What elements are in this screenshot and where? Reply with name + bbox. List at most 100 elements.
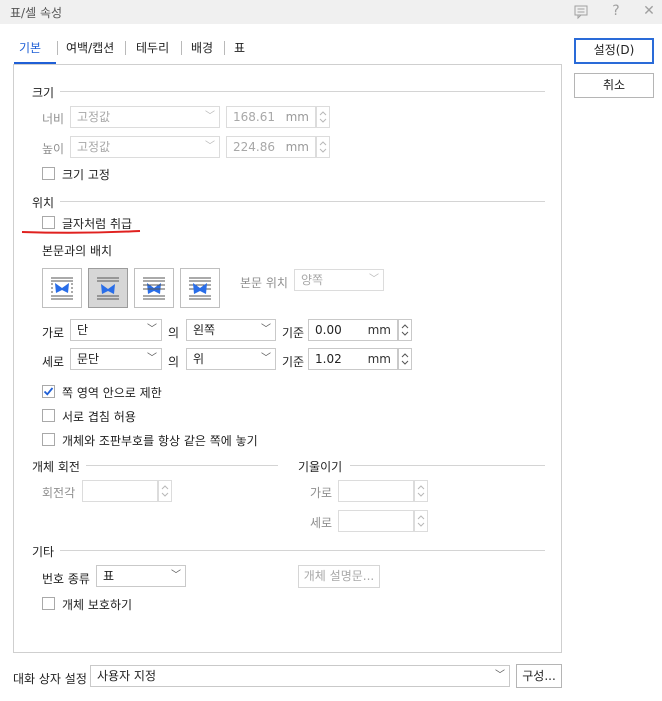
skew-vertical-label: 세로 bbox=[310, 516, 333, 530]
protect-object-label: 개체 보호하기 bbox=[62, 598, 133, 612]
body-position-label: 본문 위치 bbox=[240, 276, 288, 290]
number-type-label: 번호 종류 bbox=[42, 572, 90, 586]
width-value: 168.61 bbox=[233, 110, 275, 124]
fix-size-label: 크기 고정 bbox=[62, 168, 110, 182]
wrap-top-bottom-button[interactable] bbox=[88, 268, 128, 308]
wrap-behind-text-button[interactable] bbox=[134, 268, 174, 308]
title-bar bbox=[0, 0, 662, 24]
horizontal-offset-field[interactable]: 0.00 mm bbox=[308, 319, 398, 341]
object-description-button[interactable]: 개체 설명문... bbox=[298, 565, 380, 588]
same-page-label: 개체와 조판부호를 항상 같은 쪽에 놓기 bbox=[62, 434, 258, 448]
horizontal-align-select[interactable]: 왼쪽 ﹀ bbox=[186, 319, 276, 341]
width-label: 너비 bbox=[42, 112, 65, 126]
dialog-settings-select[interactable]: 사용자 지정 ﹀ bbox=[90, 665, 510, 687]
wrap-title: 본문과의 배치 bbox=[42, 244, 113, 258]
number-type-select[interactable]: 표 ﹀ bbox=[96, 565, 186, 587]
width-mode-select[interactable]: 고정값 ﹀ bbox=[70, 106, 220, 128]
wrap-square-button[interactable] bbox=[42, 268, 82, 308]
dialog-settings-value: 사용자 지정 bbox=[97, 669, 157, 683]
divider bbox=[350, 465, 545, 466]
skew-horizontal-spinner[interactable] bbox=[414, 480, 428, 502]
chevron-down-icon: ﹀ bbox=[171, 570, 181, 581]
configure-button[interactable]: 구성... bbox=[516, 664, 562, 688]
vertical-base-label: 기준 bbox=[282, 355, 305, 369]
vertical-offset-value: 1.02 bbox=[315, 352, 342, 366]
height-value: 224.86 bbox=[233, 140, 275, 154]
allow-overlap-checkbox[interactable] bbox=[42, 409, 55, 422]
tab-separator bbox=[125, 41, 126, 55]
tab-separator bbox=[57, 41, 58, 55]
tab-basic[interactable]: 기본 bbox=[19, 39, 41, 59]
horizontal-offset-unit: mm bbox=[367, 323, 391, 337]
fix-size-checkbox[interactable] bbox=[42, 167, 55, 180]
width-unit: mm bbox=[285, 110, 309, 124]
height-label: 높이 bbox=[42, 142, 65, 156]
chevron-down-icon: ﹀ bbox=[147, 324, 157, 335]
tab-separator bbox=[224, 41, 225, 55]
tab-border[interactable]: 테두리 bbox=[136, 39, 169, 59]
vertical-align-value: 위 bbox=[193, 352, 205, 366]
ok-button[interactable]: 설정(D) bbox=[574, 38, 654, 64]
limit-to-page-label: 쪽 영역 안으로 제한 bbox=[62, 386, 162, 400]
divider bbox=[60, 91, 545, 92]
rotation-angle-label: 회전각 bbox=[42, 486, 76, 500]
vertical-offset-field[interactable]: 1.02 mm bbox=[308, 348, 398, 370]
horizontal-offset-value: 0.00 bbox=[315, 323, 342, 337]
tab-table[interactable]: 표 bbox=[234, 39, 245, 59]
rotation-angle-field[interactable] bbox=[82, 480, 158, 502]
height-mode-select[interactable]: 고정값 ﹀ bbox=[70, 136, 220, 158]
wrap-square-icon bbox=[51, 277, 73, 300]
help-icon[interactable]: ? bbox=[607, 2, 625, 20]
comment-icon[interactable] bbox=[572, 2, 590, 20]
rotation-angle-spinner[interactable] bbox=[158, 480, 172, 502]
horizontal-ref-select[interactable]: 단 ﹀ bbox=[70, 319, 162, 341]
height-value-field[interactable]: 224.86 mm bbox=[226, 136, 316, 158]
skew-vertical-field[interactable] bbox=[338, 510, 414, 532]
vertical-ref-select[interactable]: 문단 ﹀ bbox=[70, 348, 162, 370]
width-value-field[interactable]: 168.61 mm bbox=[226, 106, 316, 128]
vertical-of-label: 의 bbox=[168, 355, 180, 369]
divider bbox=[60, 201, 545, 202]
tab-background[interactable]: 배경 bbox=[191, 39, 213, 59]
chevron-down-icon: ﹀ bbox=[205, 111, 215, 122]
checkmark-icon bbox=[43, 387, 54, 396]
vertical-align-select[interactable]: 위 ﹀ bbox=[186, 348, 276, 370]
limit-to-page-checkbox[interactable] bbox=[42, 385, 55, 398]
width-mode-value: 고정값 bbox=[77, 110, 111, 124]
horizontal-ref-value: 단 bbox=[77, 323, 89, 337]
height-spinner[interactable] bbox=[316, 136, 330, 158]
vertical-label: 세로 bbox=[42, 355, 65, 369]
skew-horizontal-field[interactable] bbox=[338, 480, 414, 502]
height-mode-value: 고정값 bbox=[77, 140, 111, 154]
allow-overlap-label: 서로 겹침 허용 bbox=[62, 410, 136, 424]
horizontal-align-value: 왼쪽 bbox=[193, 323, 216, 337]
tab-separator bbox=[181, 41, 182, 55]
cancel-button[interactable]: 취소 bbox=[574, 73, 654, 98]
skew-section-title: 기울이기 bbox=[298, 460, 343, 474]
body-position-value: 양쪽 bbox=[301, 273, 324, 287]
rotation-section-title: 개체 회전 bbox=[32, 460, 80, 474]
vertical-ref-value: 문단 bbox=[77, 352, 100, 366]
horizontal-of-label: 의 bbox=[168, 326, 180, 340]
vertical-offset-unit: mm bbox=[367, 352, 391, 366]
chevron-down-icon: ﹀ bbox=[205, 141, 215, 152]
height-unit: mm bbox=[285, 140, 309, 154]
chevron-down-icon: ﹀ bbox=[495, 670, 505, 681]
chevron-down-icon: ﹀ bbox=[147, 353, 157, 364]
tab-margin-caption[interactable]: 여백/캡션 bbox=[66, 39, 114, 59]
position-section-title: 위치 bbox=[32, 196, 55, 210]
number-type-value: 표 bbox=[103, 569, 115, 583]
window-title: 표/셀 속성 bbox=[10, 6, 63, 20]
close-icon[interactable]: ✕ bbox=[640, 2, 658, 20]
protect-object-checkbox[interactable] bbox=[42, 597, 55, 610]
wrap-behind-text-icon bbox=[143, 277, 165, 300]
same-page-checkbox[interactable] bbox=[42, 433, 55, 446]
wrap-in-front-button[interactable] bbox=[180, 268, 220, 308]
body-position-select[interactable]: 양쪽 ﹀ bbox=[294, 269, 384, 291]
width-spinner[interactable] bbox=[316, 106, 330, 128]
horizontal-offset-spinner[interactable] bbox=[398, 319, 412, 341]
dialog-settings-label: 대화 상자 설정 bbox=[13, 672, 87, 686]
annotation-underline bbox=[21, 230, 141, 234]
vertical-offset-spinner[interactable] bbox=[398, 348, 412, 370]
skew-vertical-spinner[interactable] bbox=[414, 510, 428, 532]
